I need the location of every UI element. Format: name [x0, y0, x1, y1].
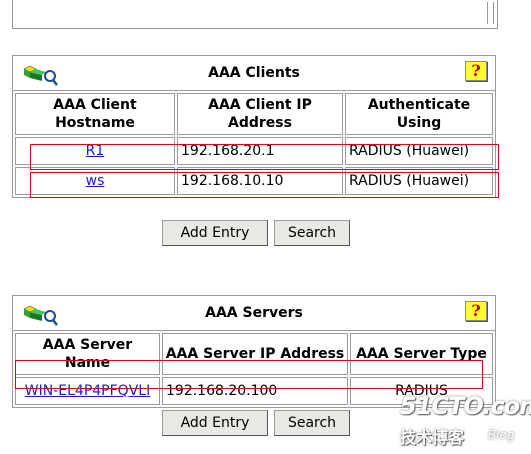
table-row: R1 192.168.20.1 RADIUS (Huawei)	[15, 137, 493, 165]
column-header: AAA Server Type	[350, 333, 493, 375]
client-hostname-link[interactable]: ws	[86, 173, 105, 189]
scrollbar[interactable]	[487, 2, 494, 24]
previous-panel-bottom	[12, 0, 498, 29]
client-auth-cell: RADIUS (Huawei)	[345, 137, 493, 165]
column-header: Authenticate Using	[345, 93, 493, 135]
client-auth-cell: RADIUS (Huawei)	[345, 167, 493, 195]
aaa-clients-panel: AAA Clients ? AAA Client Hostname AAA Cl…	[12, 55, 496, 198]
add-entry-button[interactable]: Add Entry	[162, 410, 268, 436]
column-header: AAA Client IP Address	[177, 93, 343, 135]
help-icon[interactable]: ?	[465, 301, 487, 321]
server-name-link[interactable]: WIN-EL4P4PFQVLI	[25, 383, 150, 399]
watermark-site: 51CTO.com	[400, 392, 531, 420]
search-button[interactable]: Search	[274, 410, 350, 436]
table-header-row: AAA Server Name AAA Server IP Address AA…	[15, 333, 493, 375]
watermark-blog: Blog	[488, 428, 515, 442]
table-row: ws 192.168.10.10 RADIUS (Huawei)	[15, 167, 493, 195]
aaa-clients-header: AAA Clients ?	[13, 56, 495, 91]
client-ip-cell: 192.168.20.1	[177, 137, 343, 165]
search-button[interactable]: Search	[274, 220, 350, 246]
server-ip-cell: 192.168.20.100	[162, 377, 348, 405]
panel-title: AAA Servers	[205, 305, 303, 321]
help-icon[interactable]: ?	[465, 61, 487, 81]
aaa-servers-header: AAA Servers ?	[13, 296, 495, 331]
add-entry-button[interactable]: Add Entry	[162, 220, 268, 246]
client-ip-cell: 192.168.10.10	[177, 167, 343, 195]
table-header-row: AAA Client Hostname AAA Client IP Addres…	[15, 93, 493, 135]
column-header: AAA Server Name	[15, 333, 160, 375]
client-hostname-link[interactable]: R1	[86, 143, 105, 159]
panel-title: AAA Clients	[208, 65, 300, 81]
watermark-tagline: 技术博客	[400, 428, 465, 447]
column-header: AAA Client Hostname	[15, 93, 175, 135]
aaa-clients-table: AAA Client Hostname AAA Client IP Addres…	[13, 91, 495, 197]
column-header: AAA Server IP Address	[162, 333, 348, 375]
